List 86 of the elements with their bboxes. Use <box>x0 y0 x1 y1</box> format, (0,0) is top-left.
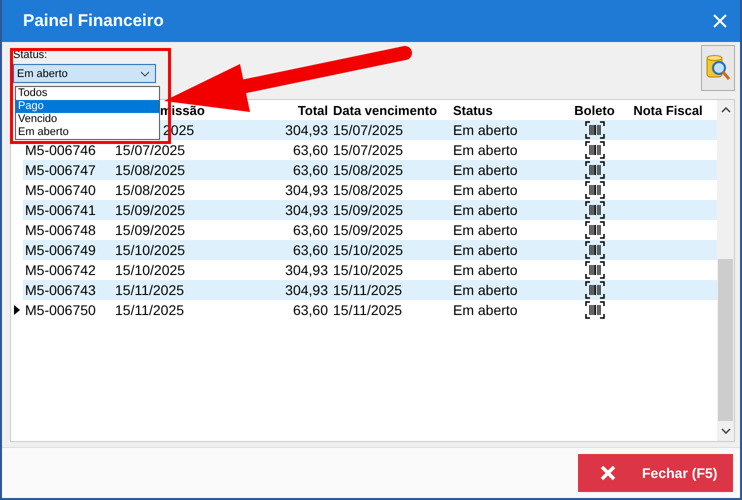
table-cell: M5-006748 <box>25 222 96 238</box>
table-cell: 15/08/2025 <box>333 162 404 178</box>
barcode-icon[interactable] <box>584 121 604 140</box>
table-cell: Em aberto <box>453 262 518 278</box>
table-cell: 304,93 <box>285 262 328 278</box>
column-header: Boleto <box>573 102 616 120</box>
barcode-icon[interactable] <box>584 181 604 200</box>
barcode-icon[interactable] <box>584 161 604 180</box>
database-search-icon <box>705 54 731 82</box>
table-cell: M5-006743 <box>25 282 96 298</box>
column-header: Status <box>452 102 494 120</box>
table-cell: 15/11/2025 <box>115 302 184 318</box>
table-cell: M5-006749 <box>25 242 96 258</box>
table-cell: Em aberto <box>453 242 518 258</box>
table-cell: 15/09/2025 <box>115 222 186 238</box>
table-cell: 15/11/2025 <box>115 282 184 298</box>
table-cell: Em aberto <box>453 222 518 238</box>
table-row[interactable]: M5-006741 15/09/2025 304,93 15/09/2025 Em aberto <box>23 200 717 220</box>
dropdown-option[interactable]: Todos <box>16 87 159 100</box>
table-cell: 15/08/2025 <box>115 182 186 198</box>
scroll-down-icon[interactable] <box>720 428 730 434</box>
column-header: Total <box>296 102 329 120</box>
barcode-icon[interactable] <box>584 281 604 300</box>
table-row[interactable]: M5-006740 15/08/2025 304,93 15/08/2025 Em aberto <box>23 180 717 200</box>
table-cell: 15/08/2025 <box>115 162 186 178</box>
table-cell: 15/07/2025 <box>333 122 404 138</box>
window-title: Painel Financeiro <box>23 11 164 32</box>
table-row[interactable]: M5-006747 15/08/2025 63,60 15/08/2025 Em aberto <box>23 160 717 180</box>
table-cell: 15/10/2025 <box>115 262 186 278</box>
scroll-up-icon[interactable] <box>720 107 730 114</box>
table-cell: 63,60 <box>292 162 328 178</box>
table-row[interactable]: M5-006750 15/11/2025 63,60 15/11/2025 Em aberto <box>23 300 717 320</box>
table-row[interactable]: M5-006748 15/09/2025 63,60 15/09/2025 Em aberto <box>23 220 717 240</box>
table-cell: M5-006740 <box>25 182 96 198</box>
table-cell: 63,60 <box>292 222 328 238</box>
barcode-icon[interactable] <box>584 261 604 280</box>
close-icon[interactable] <box>713 14 727 28</box>
table-row[interactable]: M5-006743 15/11/2025 304,93 15/11/2025 Em aberto <box>23 280 717 300</box>
table-cell: 15/07/2025 <box>115 142 186 158</box>
table-cell: 15/11/2025 <box>333 282 402 298</box>
table-cell: M5-006746 <box>25 142 96 158</box>
table-cell: 63,60 <box>292 242 328 258</box>
table-cell: 15/11/2025 <box>333 302 402 318</box>
barcode-icon[interactable] <box>584 221 604 240</box>
table-cell: Em aberto <box>453 302 518 318</box>
table-cell: 15/09/2025 <box>115 202 186 218</box>
barcode-icon[interactable] <box>584 141 604 160</box>
table-row[interactable]: M5-006742 15/10/2025 304,93 15/10/2025 Em aberto <box>23 260 717 280</box>
table-cell: 15/07/2025 <box>333 142 404 158</box>
table-cell: 304,93 <box>285 182 328 198</box>
table-cell: 15/09/2025 <box>333 202 404 218</box>
table-cell: Em aberto <box>453 182 518 198</box>
table-row[interactable]: M5-006749 15/10/2025 63,60 15/10/2025 Em aberto <box>23 240 717 260</box>
barcode-icon[interactable] <box>584 201 604 220</box>
table-cell: 15/08/2025 <box>333 182 404 198</box>
column-header: Data vencimento <box>332 102 438 120</box>
dropdown-option[interactable]: Pago <box>16 100 159 113</box>
table-cell: 15/10/2025 <box>333 242 404 258</box>
barcode-icon[interactable] <box>584 301 604 320</box>
table-cell: Em aberto <box>453 162 518 178</box>
table-cell: M5-006742 <box>25 262 96 278</box>
table-cell: Em aberto <box>453 122 518 138</box>
status-label: Status: <box>13 49 48 62</box>
search-button[interactable] <box>701 45 735 92</box>
table-cell: Em aberto <box>453 142 518 158</box>
barcode-icon[interactable] <box>584 241 604 260</box>
close-button[interactable]: Fechar (F5) <box>578 454 733 492</box>
table-cell: 15/10/2025 <box>115 242 186 258</box>
table-cell: 63,60 <box>292 142 328 158</box>
table-cell: 15/10/2025 <box>333 262 404 278</box>
scrollbar[interactable] <box>717 100 734 442</box>
close-icon <box>600 465 616 482</box>
table-cell: M5-006750 <box>25 302 96 318</box>
table-cell: Em aberto <box>453 202 518 218</box>
table-cell: M5-006741 <box>25 202 96 218</box>
table-cell: 304,93 <box>285 282 328 298</box>
caret-icon <box>140 70 150 77</box>
table-cell: Em aberto <box>453 282 518 298</box>
status-dropdown[interactable]: Em aberto <box>13 64 156 84</box>
table-cell: 304,93 <box>285 122 328 138</box>
table-row[interactable]: M5-006746 15/07/2025 63,60 15/07/2025 Em aberto <box>23 140 717 160</box>
table-cell: 304,93 <box>285 202 328 218</box>
table-cell: 15/09/2025 <box>333 222 404 238</box>
table-cell: 63,60 <box>292 302 328 318</box>
column-header: Nota Fiscal <box>632 102 704 120</box>
table-cell: M5-006747 <box>25 162 96 178</box>
